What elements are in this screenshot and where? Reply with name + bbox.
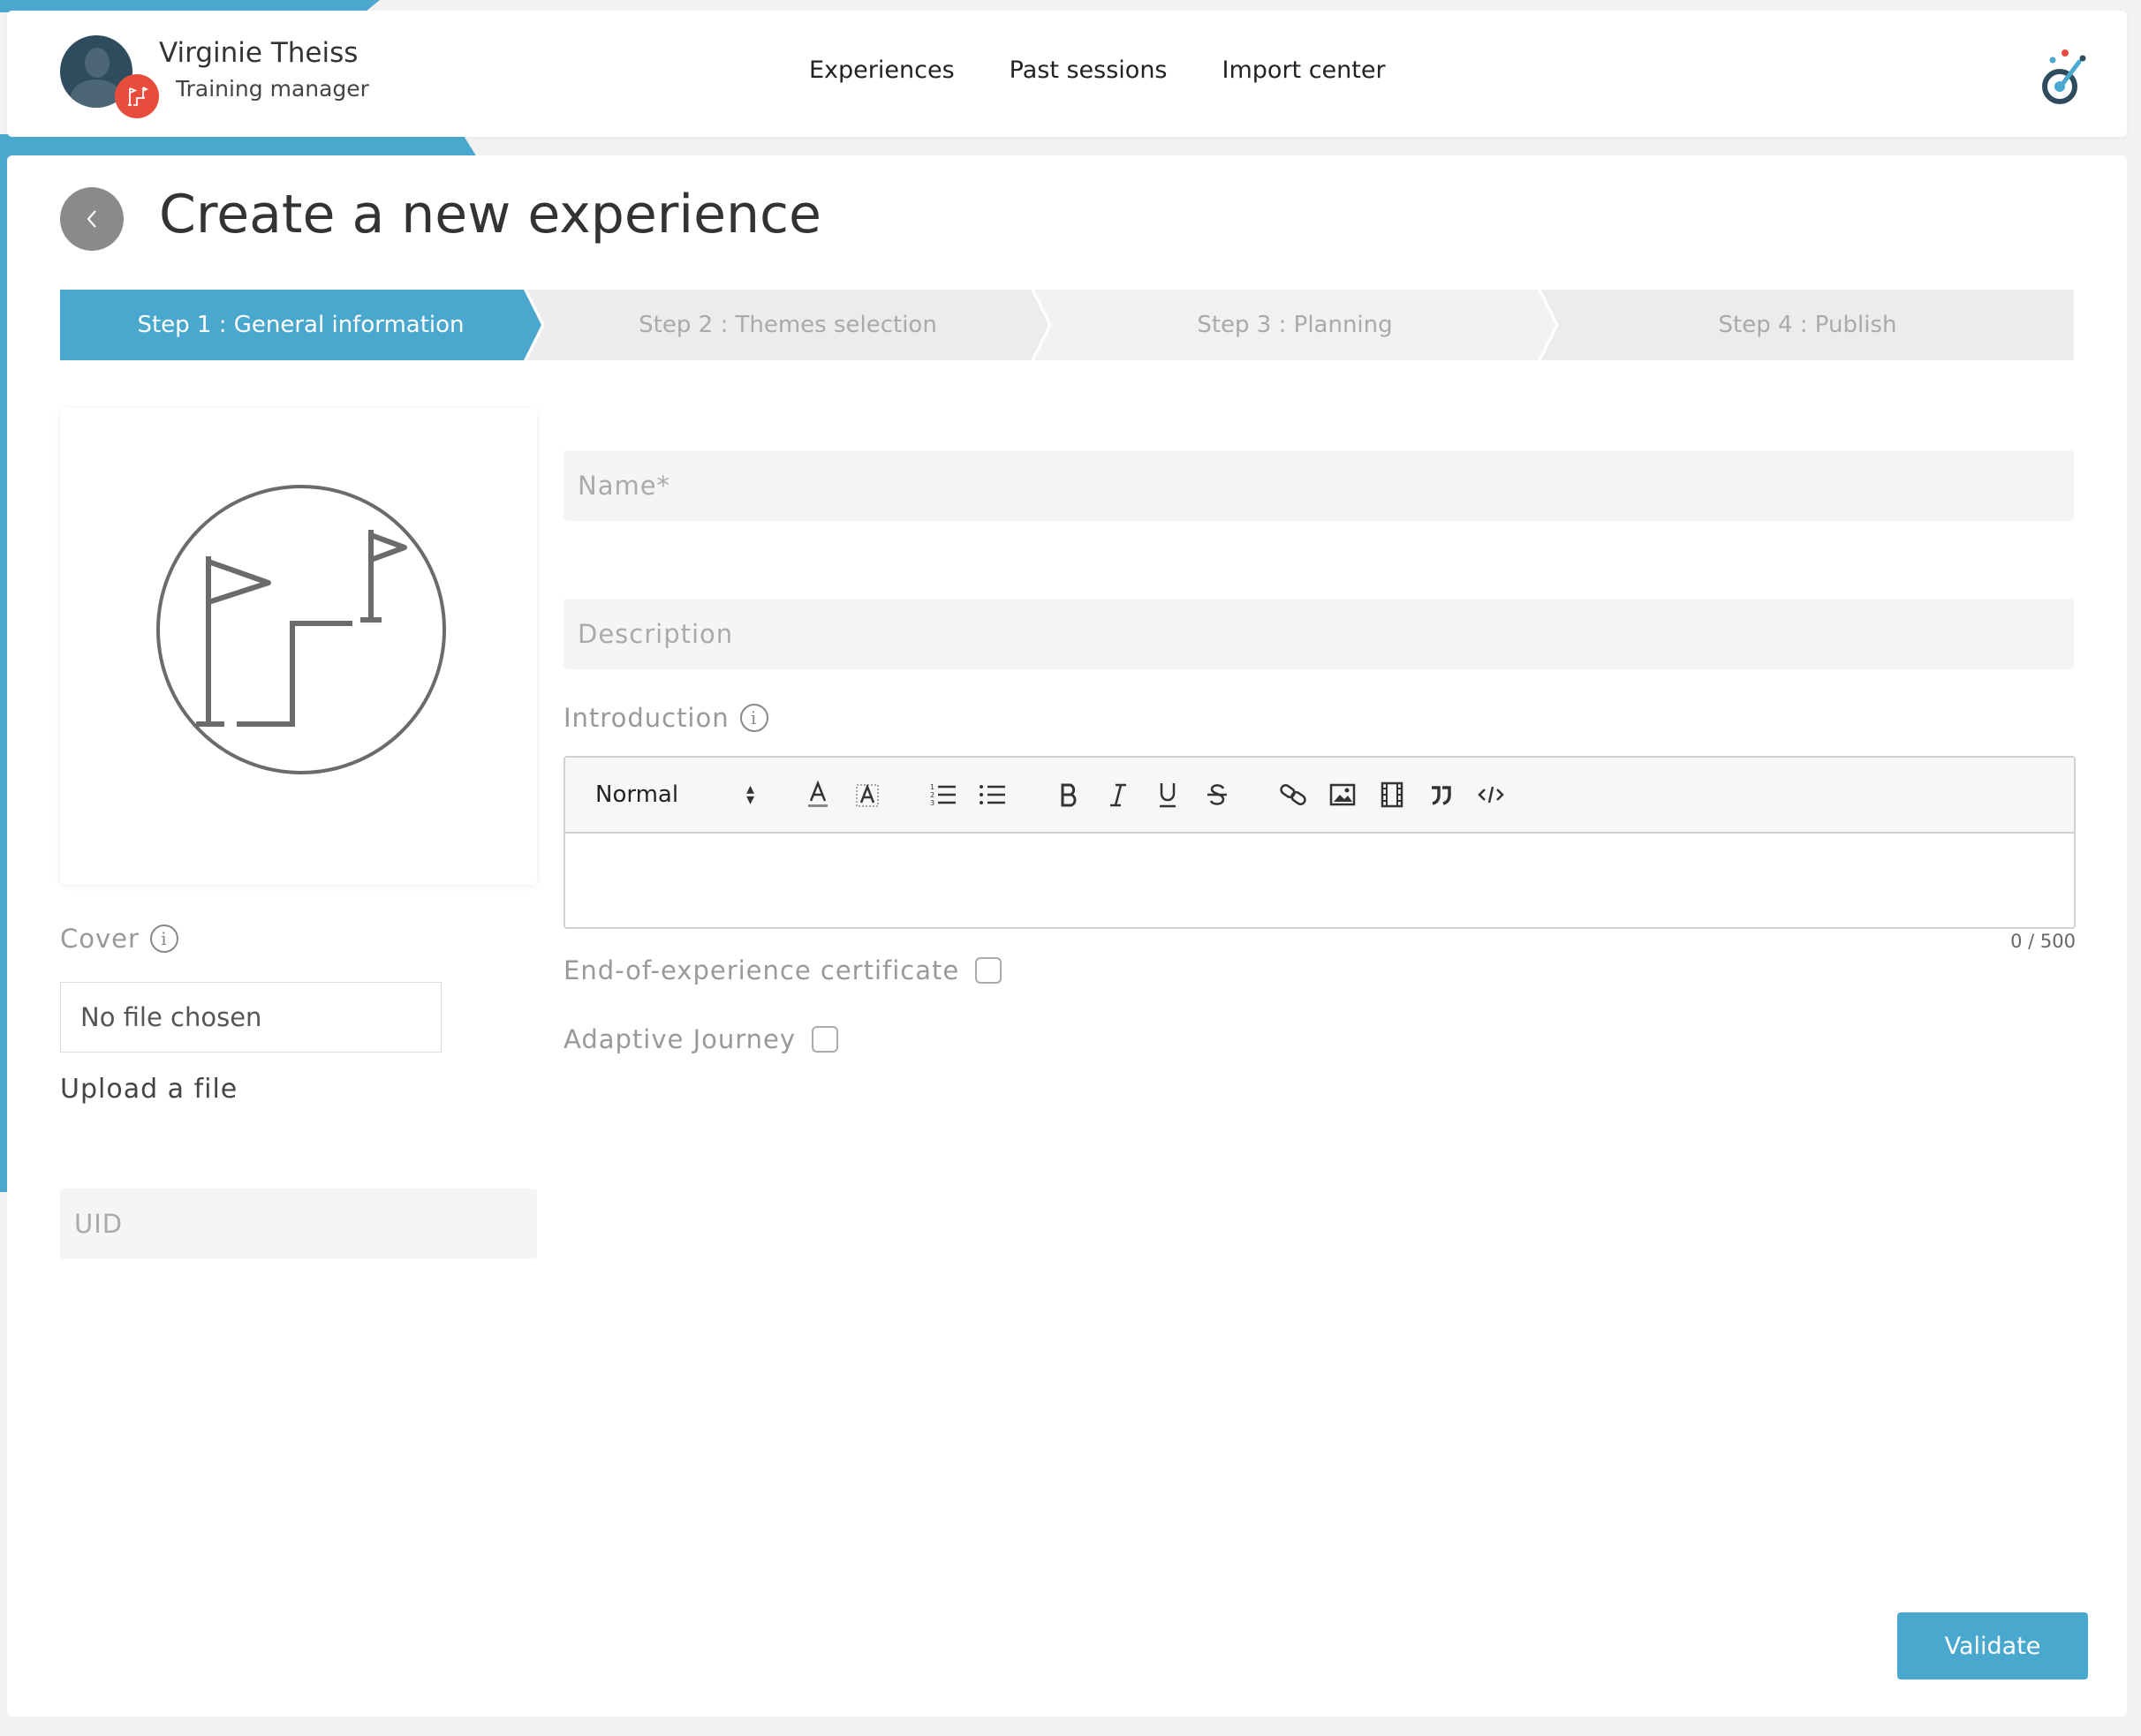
validate-button[interactable]: Validate	[1897, 1612, 2088, 1679]
accent-stripe-middle	[0, 134, 477, 157]
step-general-information[interactable]: Step 1 : General information	[60, 290, 541, 360]
blockquote-icon[interactable]	[1417, 770, 1466, 819]
flags-icon	[128, 87, 149, 106]
name-input[interactable]	[564, 450, 2074, 521]
format-select-value: Normal	[595, 781, 679, 808]
certificate-option: End-of-experience certificate	[564, 955, 1002, 985]
nav-import-center[interactable]: Import center	[1222, 57, 1386, 84]
bullet-list-icon[interactable]	[968, 770, 1018, 819]
svg-text:3: 3	[930, 799, 934, 807]
cover-label-text: Cover	[60, 924, 140, 954]
stepper: Step 1 : General information Step 2 : Th…	[60, 290, 2074, 360]
info-icon[interactable]: i	[149, 925, 178, 953]
strikethrough-icon[interactable]	[1192, 770, 1242, 819]
description-input[interactable]	[564, 599, 2074, 669]
underline-icon[interactable]	[1143, 770, 1192, 819]
flags-illustration-icon	[156, 485, 446, 774]
link-icon[interactable]	[1268, 770, 1318, 819]
text-color-icon[interactable]	[793, 770, 843, 819]
bold-icon[interactable]	[1044, 770, 1093, 819]
introduction-label-text: Introduction	[564, 703, 730, 733]
background-color-icon[interactable]	[843, 770, 892, 819]
format-select[interactable]: Normal ▴ ▾	[595, 780, 754, 809]
adaptive-journey-checkbox[interactable]	[812, 1026, 839, 1053]
certificate-label: End-of-experience certificate	[564, 955, 960, 985]
uid-input[interactable]	[60, 1189, 537, 1259]
main-nav: Experiences Past sessions Import center	[809, 57, 1386, 84]
app-logo-icon[interactable]	[2040, 48, 2090, 106]
info-icon[interactable]: i	[739, 704, 768, 732]
editor-toolbar: Normal ▴ ▾ 123	[565, 758, 2074, 834]
video-icon[interactable]	[1367, 770, 1417, 819]
image-icon[interactable]	[1318, 770, 1367, 819]
main-card: Create a new experience Step 1 : General…	[7, 155, 2127, 1717]
user-role: Training manager	[176, 76, 369, 102]
step-planning[interactable]: Step 3 : Planning	[1034, 290, 1555, 360]
role-badge-icon	[115, 74, 159, 118]
upload-file-button[interactable]: Upload a file	[60, 1074, 238, 1105]
certificate-checkbox[interactable]	[975, 957, 1002, 984]
page-title: Create a new experience	[159, 184, 821, 245]
nav-past-sessions[interactable]: Past sessions	[1010, 57, 1168, 84]
user-name: Virginie Theiss	[159, 37, 359, 69]
italic-icon[interactable]	[1093, 770, 1143, 819]
code-block-icon[interactable]	[1466, 770, 1516, 819]
char-counter: 0 / 500	[2010, 931, 2076, 952]
step-themes-selection[interactable]: Step 2 : Themes selection	[527, 290, 1048, 360]
svg-text:2: 2	[930, 791, 934, 799]
select-arrows-icon: ▴ ▾	[745, 780, 754, 809]
nav-experiences[interactable]: Experiences	[809, 57, 955, 84]
chevron-left-icon	[87, 210, 96, 228]
adaptive-journey-label: Adaptive Journey	[564, 1024, 797, 1054]
top-header: Virginie Theiss Training manager Experie…	[7, 11, 2127, 137]
cover-label: Cover i	[60, 924, 178, 954]
file-chooser[interactable]: No file chosen	[60, 982, 442, 1053]
svg-text:1: 1	[930, 783, 934, 791]
step-publish[interactable]: Step 4 : Publish	[1541, 290, 2074, 360]
ordered-list-icon[interactable]: 123	[919, 770, 968, 819]
adaptive-journey-option: Adaptive Journey	[564, 1024, 839, 1054]
introduction-editor: Normal ▴ ▾ 123	[564, 756, 2076, 929]
back-button[interactable]	[60, 187, 124, 251]
introduction-label: Introduction i	[564, 703, 768, 733]
avatar-head	[85, 48, 110, 78]
cover-preview	[60, 408, 537, 885]
